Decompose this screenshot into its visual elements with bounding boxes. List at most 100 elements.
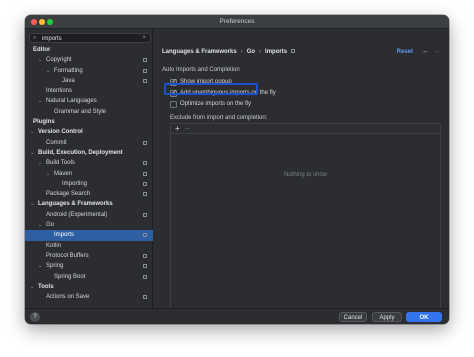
- sidebar-item-label: Build Tools: [46, 160, 75, 167]
- reset-button[interactable]: Reset: [397, 49, 413, 55]
- project-scope-icon: [143, 295, 147, 300]
- sidebar-item-kotlin[interactable]: Kotlin: [25, 241, 153, 251]
- sidebar-item-label: Imports: [54, 232, 75, 239]
- sidebar-item-java[interactable]: Java: [25, 76, 153, 86]
- sidebar-item-spring[interactable]: ⌄ Spring: [25, 261, 153, 271]
- chevron-down-icon[interactable]: ⌄: [46, 169, 50, 179]
- chevron-down-icon[interactable]: ⌄: [30, 282, 34, 292]
- search-input[interactable]: imports: [42, 36, 62, 42]
- sidebar-item-label: Android (Experimental): [46, 211, 108, 218]
- sidebar-item-label: Version Control: [38, 129, 83, 136]
- forward-arrow-icon[interactable]: →: [433, 48, 440, 55]
- cancel-button[interactable]: Cancel: [339, 312, 367, 322]
- back-arrow-icon[interactable]: ←: [422, 48, 429, 55]
- breadcrumb-imports: Imports: [265, 49, 288, 55]
- project-scope-icon: [143, 192, 147, 197]
- ok-button[interactable]: OK: [406, 312, 442, 322]
- sidebar-item-intentions[interactable]: Intentions: [25, 86, 153, 96]
- sidebar-item-label: Intentions: [46, 88, 73, 95]
- optimize-imports-checkbox[interactable]: [170, 101, 177, 108]
- exclude-label: Exclude from import and completion:: [170, 115, 268, 121]
- project-scope-icon: [143, 233, 147, 238]
- preferences-window: Preferences ⌕ imports × Editor ⌄ Copyright…: [25, 15, 449, 324]
- option-label: Optimize imports on the fly: [180, 101, 252, 107]
- sidebar-item-label: Formatting: [54, 67, 83, 74]
- sidebar-item-plugins[interactable]: Plugins: [25, 117, 153, 127]
- exclude-list[interactable]: + − Nothing to show: [170, 123, 441, 317]
- settings-search-box[interactable]: ⌕ imports ×: [29, 33, 151, 43]
- sidebar-item-editor[interactable]: Editor: [25, 45, 153, 55]
- project-scope-icon: [143, 68, 147, 73]
- title-bar: Preferences: [25, 15, 449, 29]
- project-scope-icon: [143, 181, 147, 186]
- sidebar-item-label: Copyright: [46, 57, 72, 64]
- project-scope-icon: [143, 161, 147, 166]
- help-button[interactable]: ?: [30, 312, 40, 322]
- sidebar-item-label: Importing: [62, 180, 88, 187]
- breadcrumb-languages-frameworks[interactable]: Languages & Frameworks: [162, 49, 237, 55]
- chevron-down-icon[interactable]: ⌄: [30, 127, 34, 137]
- clear-search-icon[interactable]: ×: [142, 35, 146, 41]
- project-scope-icon: [143, 58, 147, 63]
- project-scope-icon: [143, 264, 147, 269]
- sidebar-item-importing[interactable]: Importing: [25, 179, 153, 189]
- sidebar-item-label: Go: [46, 222, 55, 229]
- sidebar-item-build-execution-deployment[interactable]: ⌄ Build, Execution, Deployment: [25, 148, 153, 158]
- dialog-footer: ? Cancel Apply OK: [25, 308, 449, 324]
- settings-content: Languages & Frameworks › Go › Imports Reset …: [154, 29, 449, 317]
- sidebar-item-imports[interactable]: Imports: [25, 230, 153, 241]
- sidebar-item-maven[interactable]: ⌄ Maven: [25, 169, 153, 179]
- sidebar-item-label: Spring: [46, 263, 64, 270]
- sidebar-item-commit[interactable]: Commit: [25, 138, 153, 148]
- sidebar-item-label: Maven: [54, 170, 73, 177]
- breadcrumb: Languages & Frameworks › Go › Imports: [162, 49, 296, 55]
- sidebar-item-spring-boot[interactable]: Spring Boot: [25, 272, 153, 282]
- section-title: Auto Imports and Completion: [162, 67, 240, 73]
- chevron-down-icon[interactable]: ⌄: [38, 261, 42, 271]
- sidebar-item-copyright[interactable]: ⌄ Copyright: [25, 55, 153, 65]
- sidebar-item-grammar-and-style[interactable]: Grammar and Style: [25, 107, 153, 117]
- sidebar-item-languages-frameworks[interactable]: ⌄ Languages & Frameworks: [25, 199, 153, 209]
- sidebar-item-version-control[interactable]: ⌄ Version Control: [25, 127, 153, 137]
- exclude-list-toolbar: + −: [171, 124, 440, 134]
- chevron-down-icon[interactable]: ⌄: [46, 66, 50, 76]
- apply-button[interactable]: Apply: [372, 312, 402, 322]
- remove-icon[interactable]: −: [185, 124, 190, 133]
- project-scope-icon: [143, 78, 147, 83]
- sidebar-item-tools[interactable]: ⌄ Tools: [25, 282, 153, 292]
- sidebar-item-natural-languages[interactable]: ⌄ Natural Languages: [25, 96, 153, 106]
- project-scope-icon: [291, 49, 296, 54]
- annotation-highlight-box: [164, 83, 258, 95]
- sidebar-item-label: Editor: [33, 47, 51, 53]
- sidebar-item-android-experimental[interactable]: Android (Experimental): [25, 210, 153, 220]
- project-scope-icon: [143, 253, 147, 258]
- sidebar-item-go[interactable]: ⌄ Go: [25, 220, 153, 230]
- chevron-down-icon[interactable]: ⌄: [38, 158, 42, 168]
- sidebar-item-formatting[interactable]: ⌄ Formatting: [25, 66, 153, 76]
- sidebar-item-label: Natural Languages: [46, 98, 97, 105]
- sidebar-item-label: Tools: [38, 283, 54, 290]
- add-icon[interactable]: +: [175, 124, 180, 133]
- chevron-down-icon[interactable]: ⌄: [38, 220, 42, 230]
- sidebar-item-label: Commit: [46, 139, 67, 146]
- sidebar-item-label: Actions on Save: [46, 294, 90, 301]
- chevron-down-icon[interactable]: ⌄: [30, 148, 34, 158]
- sidebar-item-package-search[interactable]: Package Search: [25, 189, 153, 199]
- breadcrumb-go[interactable]: Go: [247, 49, 255, 55]
- sidebar-item-protocol-buffers[interactable]: Protocol Buffers: [25, 251, 153, 261]
- chevron-down-icon[interactable]: ⌄: [38, 96, 42, 106]
- sidebar-item-label: Protocol Buffers: [46, 252, 89, 259]
- sidebar-item-label: Build, Execution, Deployment: [38, 149, 123, 156]
- chevron-down-icon[interactable]: ⌄: [38, 55, 42, 65]
- sidebar-item-actions-on-save[interactable]: Actions on Save: [25, 292, 153, 302]
- sidebar-item-build-tools[interactable]: ⌄ Build Tools: [25, 158, 153, 168]
- sidebar-item-label: Java: [62, 77, 75, 84]
- sidebar-item-label: Plugins: [33, 119, 55, 126]
- breadcrumb-separator-icon: ›: [259, 49, 262, 55]
- chevron-down-icon[interactable]: ⌄: [30, 199, 34, 209]
- breadcrumb-separator-icon: ›: [240, 49, 243, 55]
- search-icon: ⌕: [33, 35, 37, 41]
- settings-sidebar: ⌕ imports × Editor ⌄ Copyright ⌄ Formatting J…: [25, 29, 153, 308]
- sidebar-item-label: Grammar and Style: [54, 108, 107, 115]
- sidebar-item-label: Languages & Frameworks: [38, 201, 113, 208]
